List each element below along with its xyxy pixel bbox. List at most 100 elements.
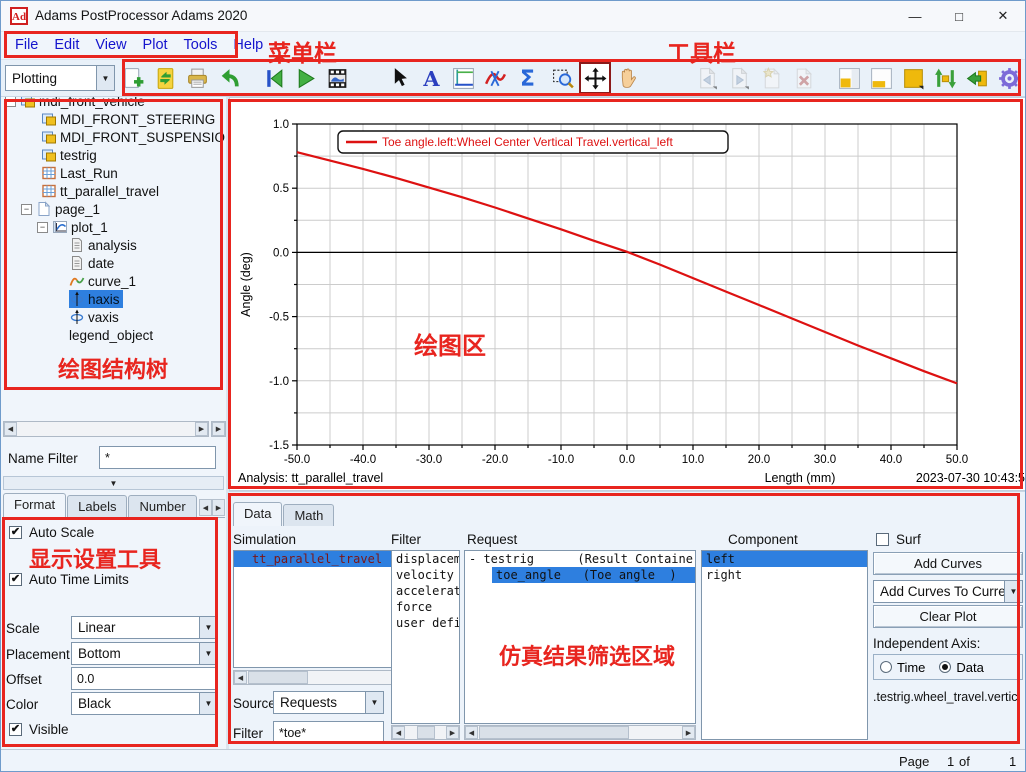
minimize-button-icon[interactable]: — bbox=[893, 1, 937, 31]
scroll-left-icon[interactable]: ◀ bbox=[4, 422, 17, 436]
color-select[interactable]: Black ▼ bbox=[71, 692, 218, 715]
list-item[interactable]: user defined bbox=[392, 615, 459, 631]
tree-item-mdi-front-steering[interactable]: MDI_FRONT_STEERING bbox=[3, 110, 226, 128]
hand-button[interactable] bbox=[611, 62, 643, 94]
list-item[interactable]: left bbox=[702, 551, 867, 567]
scroll-left-icon[interactable]: ◀ bbox=[234, 671, 247, 684]
close-button-icon[interactable]: ✕ bbox=[981, 1, 1025, 31]
scroll-right-icon[interactable]: ▶ bbox=[446, 726, 459, 739]
maximize-button-icon[interactable]: □ bbox=[937, 1, 981, 31]
pan-button[interactable] bbox=[579, 62, 611, 94]
plot-view-button[interactable] bbox=[447, 62, 479, 94]
menu-file[interactable]: File bbox=[7, 34, 46, 56]
source-select[interactable]: Requests ▼ bbox=[273, 691, 384, 714]
tree-item-curve-1[interactable]: curve_1 bbox=[3, 272, 226, 290]
swap-axes-button[interactable] bbox=[929, 62, 961, 94]
list-item[interactable]: - testrig (Result Container bbox=[465, 551, 695, 567]
tree-item-tt-parallel-travel[interactable]: tt_parallel_travel bbox=[3, 182, 226, 200]
layout-corner-button[interactable] bbox=[833, 62, 865, 94]
radio-data[interactable] bbox=[939, 661, 951, 673]
surf-checkbox[interactable]: ✔ Surf bbox=[876, 532, 921, 547]
chevron-down-icon[interactable]: ▼ bbox=[96, 66, 114, 90]
zoom-box-button[interactable] bbox=[547, 62, 579, 94]
tree-v-scrollbar-button[interactable]: ▶ bbox=[211, 421, 226, 437]
chevron-down-icon[interactable]: ▼ bbox=[199, 617, 217, 638]
tree-item-plot-1[interactable]: − plot_1 bbox=[3, 218, 226, 236]
menu-plot[interactable]: Plot bbox=[135, 34, 176, 56]
tree-item-last-run[interactable]: Last_Run bbox=[3, 164, 226, 182]
tree-item-date[interactable]: date bbox=[3, 254, 226, 272]
list-item[interactable]: acceleration bbox=[392, 583, 459, 599]
layout-full-button[interactable] bbox=[897, 62, 929, 94]
tree-item-mdi-front-vehicle[interactable]: − mdi_front_vehicle bbox=[3, 97, 226, 110]
scroll-right-icon[interactable]: ▶ bbox=[682, 726, 695, 739]
curve-edit-button[interactable] bbox=[479, 62, 511, 94]
radio-time[interactable] bbox=[880, 661, 892, 673]
layout-bottom-button[interactable] bbox=[865, 62, 897, 94]
plot-area[interactable]: -50.0-40.0-30.0-20.0-10.00.010.020.030.0… bbox=[229, 97, 1026, 491]
scale-select[interactable]: Linear ▼ bbox=[71, 616, 218, 639]
reload-button[interactable] bbox=[149, 62, 181, 94]
tab-scroll-right-icon[interactable]: ▶ bbox=[212, 499, 225, 516]
chevron-down-icon[interactable]: ▼ bbox=[199, 693, 217, 714]
list-item[interactable]: tt_parallel_travel bbox=[234, 551, 413, 567]
checkbox-icon[interactable]: ✔ bbox=[9, 723, 22, 736]
placement-select[interactable]: Bottom ▼ bbox=[71, 642, 218, 665]
tab-scroll-left-icon[interactable]: ◀ bbox=[199, 499, 212, 516]
filter-list[interactable]: displacement velocity acceleration force… bbox=[391, 550, 460, 724]
request-list[interactable]: - testrig (Result Container toe_angle (T… bbox=[464, 550, 696, 724]
tree-h-scrollbar[interactable]: ◀ ▶ bbox=[3, 421, 209, 437]
offset-input[interactable]: 0.0 bbox=[71, 667, 218, 690]
tab-number[interactable]: Number bbox=[128, 495, 196, 517]
tree-item-mdi-front-suspension[interactable]: MDI_FRONT_SUSPENSION bbox=[3, 128, 226, 146]
list-item[interactable]: force bbox=[392, 599, 459, 615]
request-h-scrollbar[interactable]: ◀ ▶ bbox=[464, 725, 696, 740]
tab-labels[interactable]: Labels bbox=[67, 495, 127, 517]
collapse-handle[interactable]: ▼ bbox=[3, 476, 224, 490]
tree-item-testrig[interactable]: testrig bbox=[3, 146, 226, 164]
collapse-icon[interactable]: − bbox=[5, 97, 16, 107]
auto-time-limits-checkbox[interactable]: ✔ Auto Time Limits bbox=[9, 572, 129, 587]
visible-checkbox[interactable]: ✔ Visible bbox=[9, 722, 69, 737]
filter-field-input[interactable]: *toe* bbox=[273, 721, 384, 744]
settings-button[interactable] bbox=[993, 62, 1025, 94]
print-button[interactable] bbox=[181, 62, 213, 94]
statistics-button[interactable]: Σ bbox=[511, 62, 543, 94]
checkbox-icon[interactable]: ✔ bbox=[876, 533, 889, 546]
move-left-button[interactable] bbox=[961, 62, 993, 94]
undo-button[interactable] bbox=[213, 62, 245, 94]
collapse-icon[interactable]: − bbox=[21, 204, 32, 215]
list-item[interactable]: displacement bbox=[392, 551, 459, 567]
simulation-h-scrollbar[interactable]: ◀ ▶ bbox=[233, 670, 414, 685]
menu-help[interactable]: Help bbox=[225, 34, 271, 56]
chevron-down-icon[interactable]: ▼ bbox=[365, 692, 383, 713]
tree-item-legend-object[interactable]: legend_object bbox=[3, 326, 226, 344]
play-button[interactable] bbox=[289, 62, 321, 94]
simulation-list[interactable]: tt_parallel_travel bbox=[233, 550, 414, 668]
new-page-button[interactable] bbox=[117, 62, 149, 94]
component-list[interactable]: left right bbox=[701, 550, 868, 740]
add-curves-button[interactable]: Add Curves bbox=[873, 552, 1023, 575]
chevron-down-icon[interactable]: ▼ bbox=[199, 643, 217, 664]
name-filter-input[interactable]: * bbox=[99, 446, 216, 469]
collapse-icon[interactable]: − bbox=[37, 222, 48, 233]
list-item[interactable]: velocity bbox=[392, 567, 459, 583]
first-frame-button[interactable] bbox=[257, 62, 289, 94]
select-cursor-button[interactable] bbox=[383, 62, 415, 94]
list-item[interactable]: right bbox=[702, 567, 867, 583]
list-item[interactable]: toe_angle (Toe angle ) bbox=[492, 567, 695, 583]
checkbox-icon[interactable]: ✔ bbox=[9, 526, 22, 539]
checkbox-icon[interactable]: ✔ bbox=[9, 573, 22, 586]
add-mode-select[interactable]: Add Curves To Curren ▼ bbox=[873, 580, 1023, 603]
menu-tools[interactable]: Tools bbox=[176, 34, 226, 56]
mode-select[interactable]: Plotting ▼ bbox=[5, 65, 115, 91]
tree-item-vaxis[interactable]: vaxis bbox=[3, 308, 226, 326]
tab-format[interactable]: Format bbox=[3, 493, 66, 517]
tab-math[interactable]: Math bbox=[283, 504, 334, 526]
auto-scale-checkbox[interactable]: ✔ Auto Scale bbox=[9, 525, 94, 540]
scroll-right-icon[interactable]: ▶ bbox=[212, 422, 225, 436]
scroll-left-icon[interactable]: ◀ bbox=[465, 726, 478, 739]
text-tool-button[interactable]: A bbox=[415, 62, 447, 94]
tree-item-haxis[interactable]: haxis bbox=[3, 290, 226, 308]
clear-plot-button[interactable]: Clear Plot bbox=[873, 605, 1023, 628]
